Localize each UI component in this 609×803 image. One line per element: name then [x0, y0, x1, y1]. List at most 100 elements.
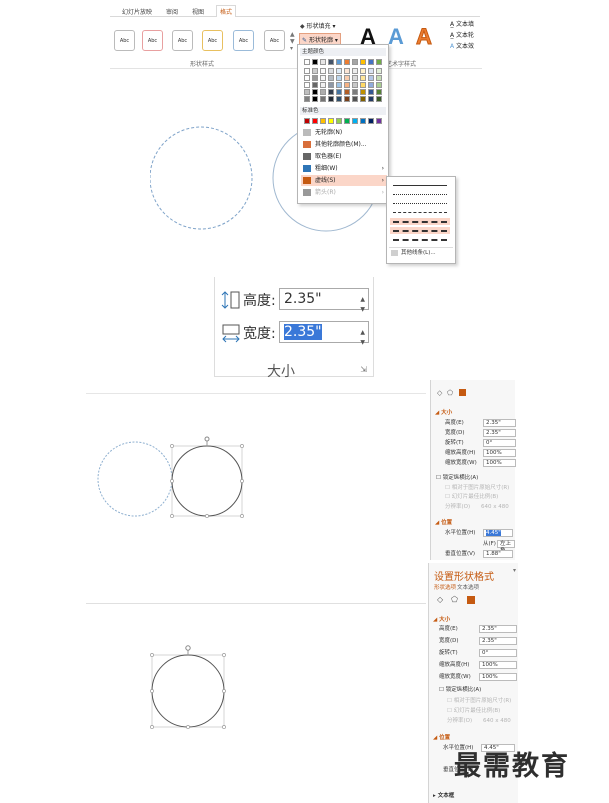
dash-option-solid[interactable] — [390, 182, 450, 189]
selected-circle[interactable] — [171, 445, 243, 517]
v-pos-input[interactable]: 1.88" — [483, 550, 513, 558]
theme-color-swatch[interactable] — [360, 82, 366, 88]
theme-color-swatch[interactable] — [368, 96, 374, 102]
standard-color-swatch[interactable] — [352, 118, 358, 124]
theme-color-swatch[interactable] — [376, 59, 382, 65]
fill-line-icon-2[interactable]: ◇ — [437, 595, 443, 604]
outline-menu-item[interactable]: 粗细(W) › — [301, 163, 387, 174]
theme-color-swatch[interactable] — [376, 68, 382, 74]
standard-color-swatch[interactable] — [360, 118, 366, 124]
dashed-circle[interactable] — [150, 126, 253, 230]
tab-view[interactable]: 视图 — [192, 7, 204, 16]
from-select[interactable]: 左上角 — [497, 540, 515, 554]
property-input[interactable]: 100% — [483, 459, 516, 467]
rotate-handle-bottom[interactable] — [185, 645, 191, 651]
theme-color-swatch[interactable] — [336, 82, 342, 88]
theme-color-swatch[interactable] — [376, 89, 382, 95]
theme-color-swatch[interactable] — [360, 75, 366, 81]
dash-option-square-dot[interactable] — [390, 200, 450, 207]
height-input[interactable]: 2.35" ▲ ▼ — [279, 288, 369, 313]
dash-option-long-dash[interactable] — [390, 227, 450, 234]
theme-color-swatch[interactable] — [344, 59, 350, 65]
theme-color-swatch[interactable] — [344, 75, 350, 81]
theme-color-swatch[interactable] — [312, 68, 318, 74]
property-input[interactable]: 0° — [479, 649, 517, 657]
tab-slideshow[interactable]: 幻灯片放映 — [122, 7, 152, 16]
theme-color-swatch[interactable] — [320, 59, 326, 65]
size-section-header[interactable]: ◢ 大小 — [435, 408, 452, 416]
theme-color-swatch[interactable] — [336, 68, 342, 74]
theme-color-swatch[interactable] — [352, 82, 358, 88]
theme-color-swatch[interactable] — [320, 96, 326, 102]
theme-color-swatch[interactable] — [304, 89, 310, 95]
theme-color-swatch[interactable] — [352, 68, 358, 74]
lock-ratio-checkbox-2[interactable]: ☐ 锁定纵横比(A) — [439, 686, 481, 695]
text-effects-button[interactable]: A 文本效 — [450, 41, 474, 50]
standard-color-swatch[interactable] — [328, 118, 334, 124]
shape-fill-button[interactable]: ◆ 形状填充 ▾ — [300, 21, 335, 30]
dash-option-dash-dot[interactable] — [390, 218, 450, 225]
theme-color-swatch[interactable] — [328, 75, 334, 81]
effects-icon[interactable]: ⬠ — [447, 389, 453, 397]
theme-color-swatch[interactable] — [328, 96, 334, 102]
rotate-handle[interactable] — [204, 436, 210, 442]
theme-color-swatch[interactable] — [328, 68, 334, 74]
textbox-section-header[interactable]: ▸ 文本框 — [433, 791, 454, 799]
selected-circle-bottom[interactable] — [151, 654, 225, 728]
theme-color-swatch[interactable] — [304, 59, 310, 65]
theme-color-swatch[interactable] — [344, 68, 350, 74]
outline-menu-item[interactable]: 虚线(S) › — [301, 175, 387, 186]
size-properties-icon[interactable] — [459, 389, 466, 396]
tab-text-options[interactable]: 文本选项 — [457, 583, 479, 591]
standard-color-swatch[interactable] — [336, 118, 342, 124]
property-input[interactable]: 0° — [483, 439, 516, 447]
theme-color-swatch[interactable] — [368, 82, 374, 88]
outline-menu-item[interactable]: 取色器(E) — [301, 151, 387, 162]
dialog-launcher-icon[interactable]: ⇲ — [360, 365, 367, 374]
width-input[interactable]: 2.35" ▲ ▼ — [279, 321, 369, 346]
property-input[interactable]: 2.35" — [479, 625, 517, 633]
theme-color-swatch[interactable] — [368, 89, 374, 95]
effects-icon-2[interactable]: ⬠ — [451, 595, 458, 604]
theme-color-swatch[interactable] — [344, 96, 350, 102]
outline-menu-item[interactable]: 其他轮廓颜色(M)... — [301, 139, 387, 150]
panel-menu-icon[interactable]: ▾ — [513, 567, 516, 574]
theme-color-swatch[interactable] — [360, 59, 366, 65]
theme-color-swatch[interactable] — [336, 75, 342, 81]
theme-color-swatch[interactable] — [328, 89, 334, 95]
wordart-style-blue[interactable]: A — [388, 24, 404, 50]
shape-style-2[interactable]: Abc — [142, 30, 163, 51]
theme-color-swatch[interactable] — [304, 75, 310, 81]
shape-style-5[interactable]: Abc — [233, 30, 254, 51]
theme-color-swatch[interactable] — [336, 96, 342, 102]
theme-color-swatch[interactable] — [368, 59, 374, 65]
theme-color-swatch[interactable] — [376, 75, 382, 81]
theme-color-swatch[interactable] — [336, 59, 342, 65]
theme-color-swatch[interactable] — [312, 96, 318, 102]
theme-color-swatch[interactable] — [360, 89, 366, 95]
text-outline-button[interactable]: A̲ 文本轮 — [450, 30, 474, 39]
shape-style-4[interactable]: Abc — [202, 30, 223, 51]
dash-option-long-dash-dot[interactable] — [390, 236, 450, 243]
theme-color-swatch[interactable] — [312, 75, 318, 81]
height-spin-down-icon[interactable]: ▼ — [360, 300, 365, 320]
tab-format[interactable]: 格式 — [216, 5, 237, 17]
theme-color-swatch[interactable] — [352, 89, 358, 95]
property-input[interactable]: 2.35" — [483, 429, 516, 437]
standard-color-swatch[interactable] — [344, 118, 350, 124]
property-input[interactable]: 2.35" — [479, 637, 517, 645]
text-fill-button[interactable]: A̲ 文本填 — [450, 19, 474, 28]
fill-line-icon[interactable]: ◇ — [437, 389, 442, 397]
theme-color-swatch[interactable] — [328, 59, 334, 65]
lock-ratio-checkbox[interactable]: ☐ 锁定纵横比(A) — [436, 474, 478, 483]
theme-color-swatch[interactable] — [344, 82, 350, 88]
theme-color-swatch[interactable] — [304, 96, 310, 102]
theme-color-swatch[interactable] — [312, 82, 318, 88]
theme-color-swatch[interactable] — [360, 96, 366, 102]
standard-color-swatch[interactable] — [320, 118, 326, 124]
size-properties-icon-2[interactable] — [467, 596, 475, 604]
theme-color-swatch[interactable] — [328, 82, 334, 88]
position-section-header[interactable]: ◢ 位置 — [435, 518, 452, 526]
property-input[interactable]: 100% — [479, 673, 517, 681]
theme-color-swatch[interactable] — [320, 89, 326, 95]
